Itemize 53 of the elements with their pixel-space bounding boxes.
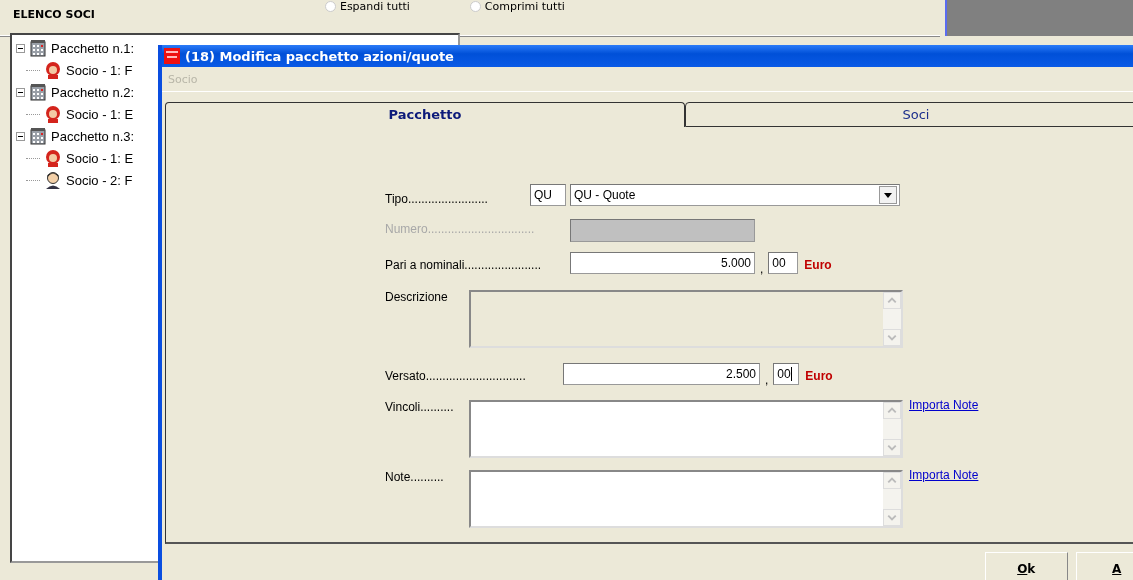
cents-field[interactable]: 00 (768, 252, 799, 274)
currency-label: Euro (804, 258, 832, 272)
building-icon (29, 83, 47, 101)
notes-textarea[interactable] (469, 470, 903, 528)
dropdown-arrow-icon (884, 192, 892, 198)
field-label: Descrizione (385, 290, 449, 304)
dialog-button[interactable]: A (1075, 552, 1133, 580)
tab[interactable]: Soci (685, 102, 1133, 127)
field-label: Pari a nominali....................... (385, 258, 543, 272)
tree-item[interactable]: Pacchetto n.2: (51, 84, 135, 100)
person-icon (44, 105, 62, 123)
person-icon (44, 61, 62, 79)
building-icon (29, 127, 47, 145)
currency-label: Euro (805, 369, 833, 383)
dialog-button[interactable]: Ok (985, 552, 1068, 580)
field-label: Vincoli.......... (385, 400, 455, 414)
collapse-toggle[interactable] (16, 43, 25, 53)
field-label: Note.......... (385, 470, 445, 484)
field-label: Tipo........................ (385, 192, 489, 206)
collapse-toggle[interactable] (16, 87, 25, 97)
field-label: Versato.............................. (385, 369, 527, 383)
code-field[interactable]: QU (530, 184, 566, 206)
tab[interactable]: Pacchetto (165, 102, 685, 127)
scroll-down-icon[interactable] (883, 509, 901, 526)
import-notes-link[interactable]: Importa Note (909, 468, 979, 482)
scroll-up-icon[interactable] (883, 402, 901, 419)
tree-item[interactable]: Socio - 1: F (66, 62, 133, 78)
window-title: (18) Modifica pacchetto azioni/quote (185, 48, 454, 64)
amount-field[interactable]: 5.000 (570, 252, 755, 274)
scroll-down-icon[interactable] (883, 439, 901, 456)
field-label: Numero................................ (385, 222, 536, 236)
tree-item[interactable]: Pacchetto n.3: (51, 128, 135, 144)
collapse-toggle[interactable] (16, 131, 25, 141)
decimal-separator: , (765, 373, 769, 387)
building-icon (29, 39, 47, 57)
tree-item[interactable]: Socio - 2: F (66, 172, 133, 188)
app-icon (164, 48, 180, 64)
amount-field[interactable]: 2.500 (563, 363, 760, 385)
radio-option[interactable]: Comprimi tutti (469, 0, 565, 13)
person-icon (44, 149, 62, 167)
constraints-textarea[interactable] (469, 400, 903, 458)
panel-title: ELENCO SOCI (13, 8, 95, 21)
tree-item[interactable]: Socio - 1: E (66, 150, 134, 166)
person-icon (44, 171, 62, 189)
import-notes-link[interactable]: Importa Note (909, 398, 979, 412)
cents-field[interactable]: 00 (773, 363, 800, 385)
tree-item[interactable]: Socio - 1: E (66, 106, 134, 122)
tree-item[interactable]: Pacchetto n.1: (51, 40, 135, 56)
radio-option[interactable]: Espandi tutti (324, 0, 410, 13)
decimal-separator: , (760, 262, 764, 276)
type-dropdown[interactable]: QU - Quote (570, 184, 900, 206)
number-field[interactable] (570, 219, 755, 242)
scroll-up-icon[interactable] (883, 472, 901, 489)
